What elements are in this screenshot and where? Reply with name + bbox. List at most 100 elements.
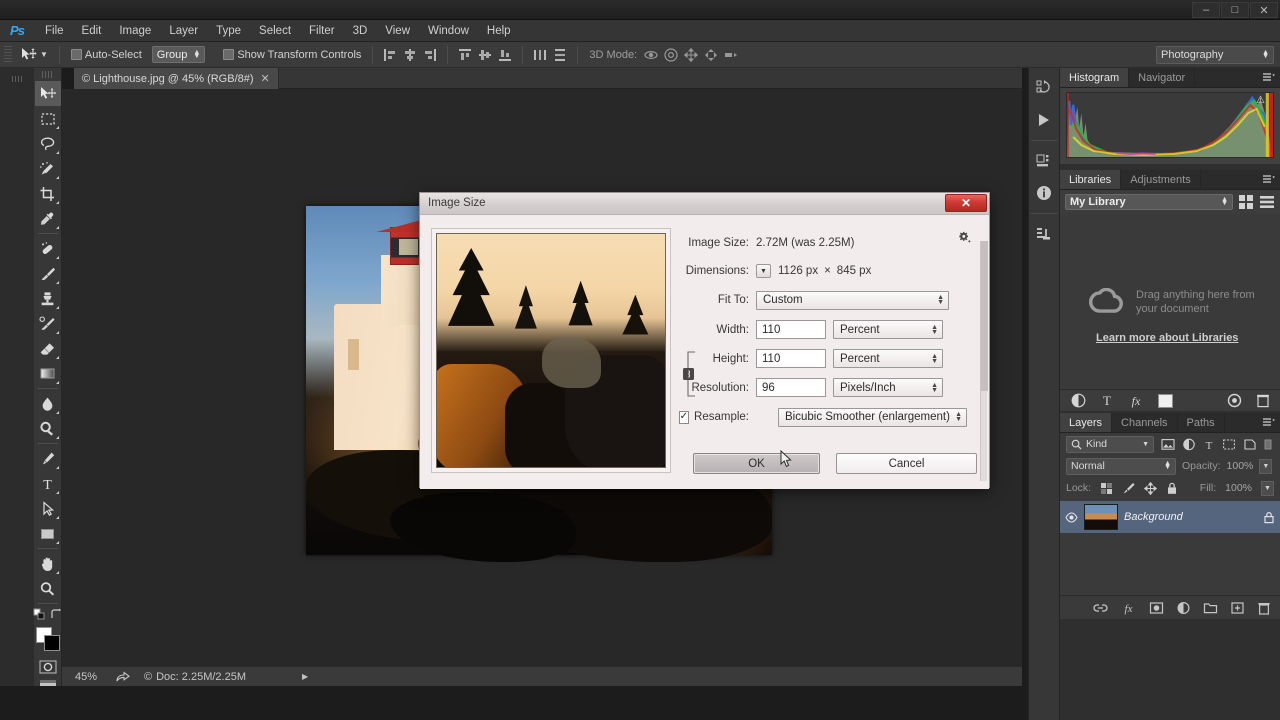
current-tool-move-icon[interactable]: ▼	[16, 45, 52, 64]
tool-eyedropper[interactable]	[35, 206, 61, 231]
delete-layer-icon[interactable]	[1257, 601, 1271, 615]
tab-libraries[interactable]: Libraries	[1060, 170, 1122, 189]
menu-item-file[interactable]: File	[36, 22, 73, 40]
adjustment-layer-icon[interactable]	[1070, 393, 1087, 408]
tools-panel-grip[interactable]	[41, 71, 54, 78]
ok-button[interactable]: OK	[693, 453, 821, 474]
histogram-warning-icon[interactable]: ⚠	[1256, 95, 1265, 106]
opacity-stepper[interactable]: ▼	[1259, 458, 1273, 474]
image-size-dialog[interactable]: Image Size ✕ Image Size: 2.72M (was 2.25…	[419, 192, 990, 489]
3d-slide-icon[interactable]	[703, 47, 719, 63]
tool-hand[interactable]	[35, 551, 61, 576]
dialog-scrollbar[interactable]	[980, 241, 988, 481]
layer-name[interactable]: Background	[1124, 511, 1257, 523]
dimensions-units-button[interactable]: ▼	[756, 264, 771, 278]
link-constrain-icon[interactable]	[682, 345, 696, 403]
tool-path-selection[interactable]	[35, 496, 61, 521]
tab-layers[interactable]: Layers	[1060, 413, 1113, 432]
filter-adjustment-layers-icon[interactable]	[1182, 438, 1196, 451]
link-layers-icon[interactable]	[1093, 601, 1108, 615]
list-view-icon[interactable]	[1259, 194, 1275, 210]
tool-brush[interactable]	[35, 261, 61, 286]
quick-mask-button[interactable]	[37, 658, 59, 676]
properties-panel-icon[interactable]	[1031, 148, 1057, 174]
dialog-close-button[interactable]: ✕	[945, 194, 987, 212]
3d-roll-icon[interactable]	[663, 47, 679, 63]
tab-navigator[interactable]: Navigator	[1129, 68, 1196, 87]
align-vertical-centers-icon[interactable]	[477, 47, 493, 63]
menu-item-edit[interactable]: Edit	[73, 22, 111, 40]
library-select[interactable]: My Library ▲ ▼	[1065, 194, 1233, 210]
add-layer-style-icon[interactable]: fx	[1120, 601, 1137, 615]
add-layer-mask-icon[interactable]	[1149, 601, 1164, 615]
lock-position-icon[interactable]	[1144, 481, 1158, 495]
auto-select-scope-select[interactable]: Group ▲ ▼	[151, 46, 206, 63]
opacity-value[interactable]: 100%	[1227, 460, 1254, 472]
minimize-button[interactable]: –	[1192, 2, 1220, 18]
type-layer-icon[interactable]: T	[1100, 393, 1114, 408]
gear-icon[interactable]	[958, 231, 971, 247]
actions-panel-icon[interactable]	[1031, 107, 1057, 133]
resample-method-select[interactable]: Bicubic Smoother (enlargement) ▲ ▼	[778, 407, 967, 427]
tab-adjustments[interactable]: Adjustments	[1121, 170, 1201, 189]
layer-row-background[interactable]: Background	[1060, 501, 1280, 533]
height-input[interactable]: 110	[756, 349, 826, 368]
panel-menu-icon[interactable]	[1262, 417, 1276, 429]
layer-filter-kind-select[interactable]: Kind ▼	[1066, 435, 1154, 453]
document-info[interactable]: © Doc: 2.25M/2.25M	[136, 671, 254, 683]
blend-mode-select[interactable]: Normal ▲ ▼	[1066, 457, 1176, 475]
image-preview-frame[interactable]	[431, 228, 671, 473]
options-bar-grip[interactable]	[4, 45, 12, 64]
dialog-scrollbar-thumb[interactable]	[981, 241, 988, 391]
dialog-titlebar[interactable]: Image Size ✕	[420, 193, 989, 215]
menu-item-select[interactable]: Select	[250, 22, 300, 40]
fill-stepper[interactable]: ▼	[1261, 480, 1274, 496]
filter-toggle-icon[interactable]	[1264, 438, 1273, 451]
align-bottom-edges-icon[interactable]	[497, 47, 513, 63]
tool-eraser[interactable]	[35, 336, 61, 361]
fit-to-select[interactable]: Custom ▲ ▼	[756, 290, 949, 310]
tool-clone-stamp[interactable]	[35, 286, 61, 311]
cc-sync-icon[interactable]	[1226, 393, 1243, 408]
layer-thumbnail[interactable]	[1084, 504, 1118, 530]
tool-rectangle-shape[interactable]	[35, 521, 61, 546]
menu-item-layer[interactable]: Layer	[160, 22, 207, 40]
close-button[interactable]: ✕	[1250, 2, 1278, 18]
filter-smart-objects-icon[interactable]	[1243, 438, 1257, 451]
resample-checkbox[interactable]: ✓	[678, 410, 690, 424]
menu-item-view[interactable]: View	[376, 22, 419, 40]
panel-menu-icon[interactable]	[1262, 174, 1276, 186]
filter-shape-layers-icon[interactable]	[1222, 438, 1236, 451]
resolution-input[interactable]: 96	[756, 378, 826, 397]
fill-value[interactable]: 100%	[1225, 482, 1252, 494]
distribute-vertical-icon[interactable]	[552, 47, 568, 63]
menu-item-image[interactable]: Image	[110, 22, 160, 40]
align-horizontal-centers-icon[interactable]	[402, 47, 418, 63]
menu-item-window[interactable]: Window	[419, 22, 478, 40]
3d-orbit-icon[interactable]	[643, 47, 659, 63]
filter-type-layers-icon[interactable]: T	[1203, 438, 1215, 451]
background-color-swatch[interactable]	[43, 635, 60, 651]
align-top-edges-icon[interactable]	[457, 47, 473, 63]
delete-trash-icon[interactable]	[1256, 393, 1270, 408]
tool-gradient[interactable]	[35, 361, 61, 386]
tool-rectangular-marquee[interactable]	[35, 106, 61, 131]
menu-item-3d[interactable]: 3D	[344, 22, 377, 40]
tool-zoom[interactable]	[35, 576, 61, 601]
grid-view-icon[interactable]	[1238, 194, 1254, 210]
document-tab-lighthouse[interactable]: © Lighthouse.jpg @ 45% (RGB/8#) ✕	[74, 68, 279, 89]
panel-menu-icon[interactable]	[1262, 72, 1276, 84]
tool-move[interactable]	[34, 81, 61, 106]
height-unit-select[interactable]: Percent ▲ ▼	[833, 349, 943, 368]
filter-pixel-layers-icon[interactable]	[1161, 438, 1175, 451]
layer-comps-panel-icon[interactable]	[1031, 221, 1057, 247]
tool-lasso[interactable]	[35, 131, 61, 156]
tool-blur[interactable]	[35, 391, 61, 416]
align-left-edges-icon[interactable]	[382, 47, 398, 63]
status-expand-arrow-icon[interactable]: ▶	[302, 672, 308, 681]
resolution-unit-select[interactable]: Pixels/Inch ▲ ▼	[833, 378, 943, 397]
3d-scale-icon[interactable]	[723, 47, 739, 63]
layer-style-fx-icon[interactable]: fx	[1127, 393, 1145, 408]
maximize-button[interactable]: □	[1221, 2, 1249, 18]
lock-image-pixels-icon[interactable]	[1122, 482, 1135, 495]
